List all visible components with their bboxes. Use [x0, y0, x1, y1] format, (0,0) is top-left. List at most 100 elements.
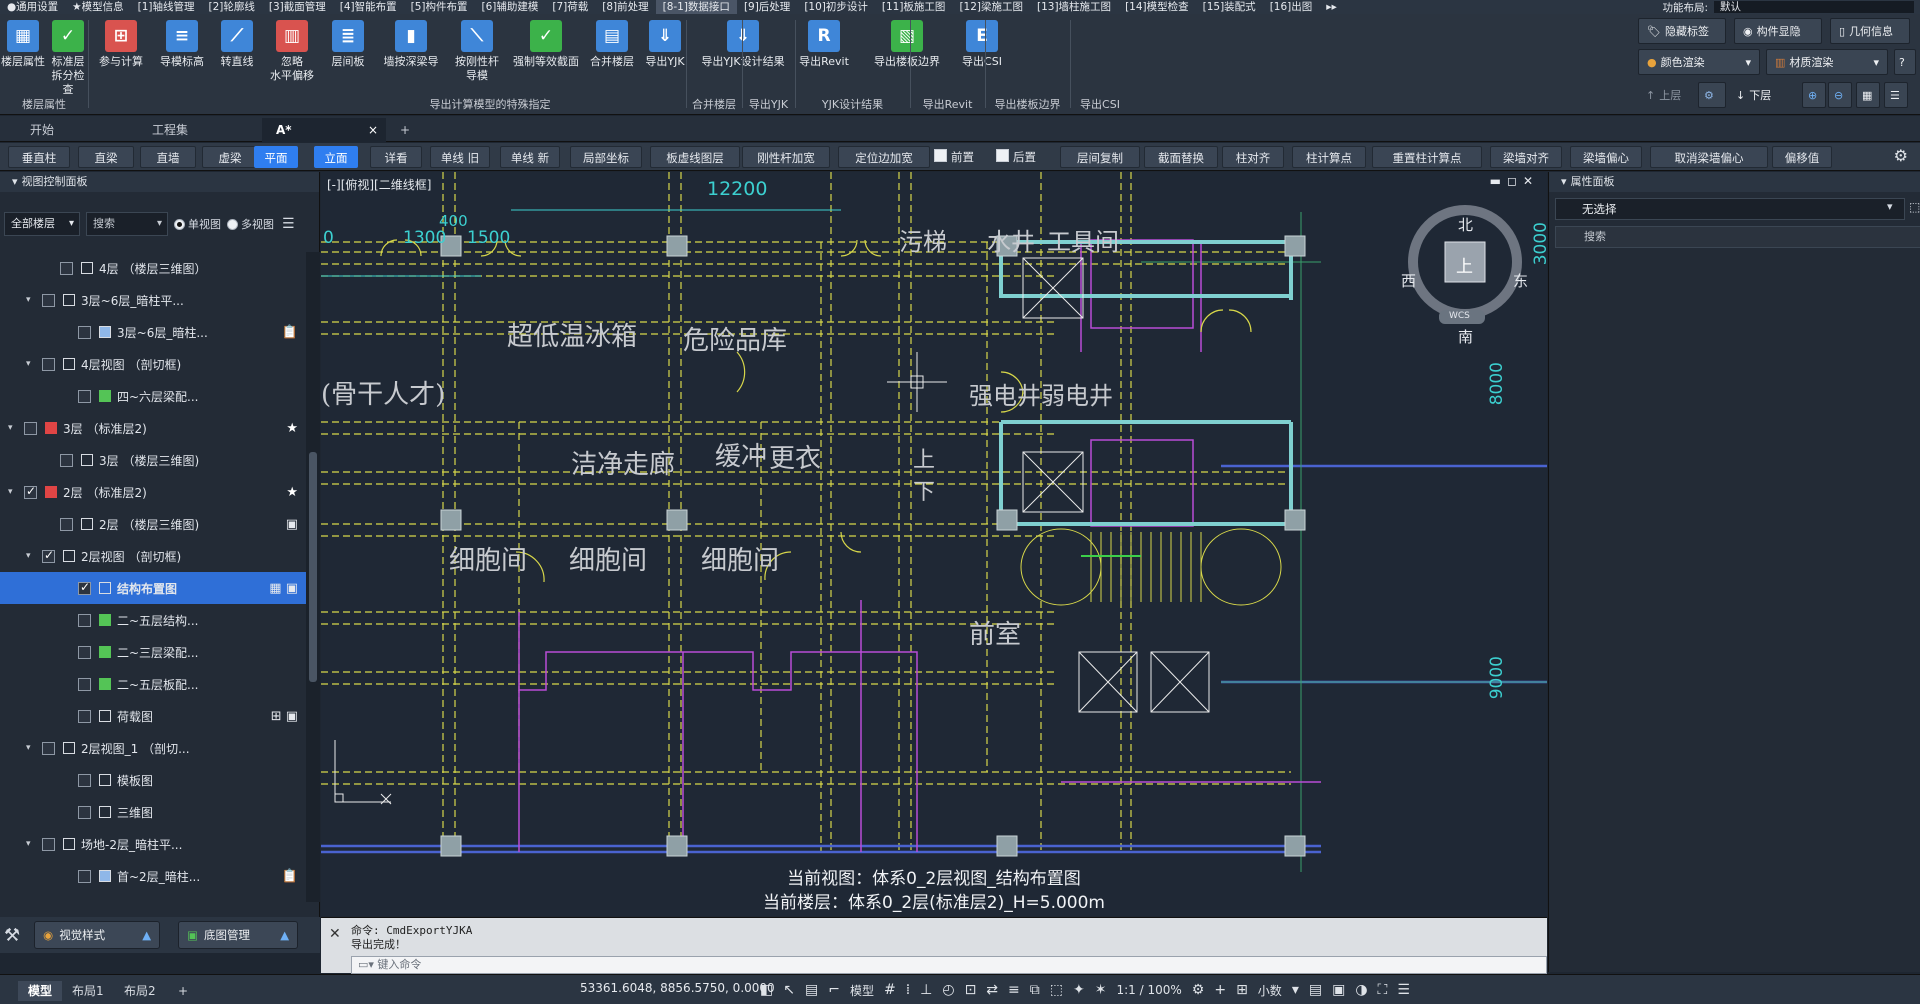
ribbon-button[interactable]: ▦ 楼层属性 — [0, 20, 46, 69]
tool-button[interactable]: 直梁 — [78, 146, 134, 168]
tools-icon[interactable]: ⚒ — [4, 925, 20, 946]
tree-item[interactable]: 4层 （楼层三维图） — [0, 252, 306, 284]
tool-button[interactable]: 单线 新 — [500, 146, 560, 168]
paper-icon[interactable]: ▤ — [805, 982, 818, 998]
view-style-button[interactable]: ◉ 视觉样式 ▲ — [34, 921, 161, 949]
ribbon-button[interactable]: ⟋ 转直线 — [212, 20, 262, 69]
menu-item[interactable]: [8-1]数据接口 — [655, 0, 737, 14]
3d-osnap-icon[interactable]: ⬚ — [1050, 982, 1063, 998]
menu-item[interactable]: [6]辅助建模 — [474, 0, 545, 14]
tool-button[interactable]: 偏移值 — [1772, 146, 1832, 168]
close-icon[interactable]: ✕ — [329, 926, 341, 942]
tool-button[interactable]: 柱对齐 — [1222, 146, 1284, 168]
tree-item-action-icon[interactable]: 📋 — [282, 869, 298, 884]
list-view-icon[interactable]: ☰ — [1884, 82, 1908, 108]
annotation-scale[interactable]: 1:1 / 100% — [1116, 983, 1181, 997]
view-tree-scrollbar[interactable] — [306, 252, 320, 902]
tree-item[interactable]: ▾ 场地-2层_暗柱平... — [0, 828, 306, 860]
minimize-icon[interactable]: ▬ — [1490, 174, 1507, 188]
tree-checkbox[interactable] — [78, 869, 91, 883]
osnap-icon[interactable]: ⊡ — [965, 982, 977, 998]
clean-screen-icon[interactable]: ⛶ — [1378, 982, 1388, 998]
geometry-info-button[interactable]: ▯ 几何信息 — [1830, 18, 1910, 44]
menu-item[interactable]: ●通用设置 — [0, 0, 65, 14]
tool-button[interactable]: 柱计算点 — [1292, 146, 1366, 168]
tree-toggle-icon[interactable]: ▾ — [26, 359, 36, 369]
ribbon-button[interactable]: ⇓ 导出YJK — [640, 20, 690, 69]
tree-item[interactable]: ▾ 2层视图_1 （剖切... — [0, 732, 306, 764]
tool-button[interactable]: 板虚线图层 — [650, 146, 740, 168]
color-render-button[interactable]: ● 颜色渲染 ▾ — [1638, 49, 1760, 75]
menu-item[interactable]: [4]智能布置 — [333, 0, 404, 14]
menu-item[interactable]: [16]出图 — [1263, 0, 1320, 14]
isolate-icon[interactable]: ◑ — [1355, 982, 1367, 998]
ribbon-button[interactable]: ≡ 导模标高 — [152, 20, 212, 69]
tree-checkbox[interactable] — [42, 741, 55, 755]
tree-checkbox[interactable] — [24, 901, 37, 902]
ribbon-button[interactable]: R 导出Revit — [794, 20, 854, 69]
tree-checkbox[interactable] — [78, 613, 91, 627]
add-tab-icon[interactable]: + — [392, 118, 422, 142]
tree-checkbox[interactable] — [60, 517, 73, 531]
drawing-canvas[interactable]: [-][俯视][二维线框] ▬◻✕ 12200 400 0 1300 1500 … — [321, 172, 1547, 916]
multi-view-radio[interactable]: 多视图 — [227, 216, 274, 232]
tree-checkbox[interactable] — [78, 645, 91, 659]
units-selector[interactable]: 小数 — [1258, 982, 1282, 999]
tool-button[interactable]: 定位边加宽 — [838, 146, 930, 168]
tree-checkbox[interactable] — [24, 421, 37, 435]
wcs-label[interactable]: WCS — [1449, 311, 1470, 321]
settings-gear-icon[interactable]: ⚙ — [1698, 82, 1726, 108]
tree-item[interactable]: 二~五层板配... — [0, 668, 306, 700]
close-icon[interactable]: ✕ — [1523, 174, 1539, 188]
selection-dropdown[interactable]: 无选择 — [1555, 198, 1905, 220]
compass-south[interactable]: 南 — [1458, 326, 1473, 347]
ribbon-button[interactable]: ⊞ 参与计算 — [92, 20, 150, 69]
tree-item[interactable]: ▾ 3层 （标准层2) ★ — [0, 412, 306, 444]
tool-button[interactable]: 立面 — [314, 146, 358, 168]
tool-button[interactable]: 梁墙对齐 — [1490, 146, 1562, 168]
menu-item[interactable]: [14]模型检查 — [1118, 0, 1196, 14]
tree-toggle-icon[interactable]: ▾ — [26, 551, 36, 561]
tool-button[interactable]: 后置 — [996, 146, 1056, 168]
tool-button[interactable]: 刚性杆加宽 — [742, 146, 830, 168]
ribbon-button[interactable]: ▤ 合并楼层 — [588, 20, 636, 69]
tree-item-action-icon[interactable]: ▣ — [286, 517, 298, 532]
tree-item[interactable]: ▾ 4层视图 （剖切框) — [0, 348, 306, 380]
menu-icon[interactable]: ☰ — [282, 216, 295, 232]
tree-item-action-icon[interactable]: ★ — [286, 901, 298, 903]
tree-item-action-icon[interactable]: ⊞ ▣ — [271, 709, 298, 724]
properties-search-input[interactable]: 搜索 — [1555, 226, 1920, 248]
tree-checkbox[interactable] — [24, 484, 37, 499]
tool-button[interactable]: 虚梁 — [202, 146, 258, 168]
single-view-radio[interactable]: 单视图 — [174, 216, 221, 232]
plus-icon[interactable]: + — [1214, 982, 1226, 998]
selection-cycle-icon[interactable]: ⧉ — [1030, 982, 1040, 998]
command-input[interactable]: ▭▾ 键入命令 — [351, 956, 1547, 974]
zoom-in-icon[interactable]: ⊕ — [1802, 82, 1826, 108]
grid-display-icon[interactable]: # — [884, 982, 896, 998]
scrollbar-thumb[interactable] — [309, 452, 317, 682]
annotation-scale-icon[interactable]: ✶ — [1095, 982, 1107, 998]
menu-item[interactable]: [3]截面管理 — [262, 0, 333, 14]
add-layout-icon[interactable]: + — [168, 981, 198, 1001]
material-render-button[interactable]: ▥ 材质渲染 ▾ — [1766, 49, 1888, 75]
ribbon-button[interactable]: ✓ 强制等效截面 — [508, 20, 584, 69]
menu-item[interactable]: [7]荷载 — [545, 0, 595, 14]
tree-item-action-icon[interactable]: ▦ ▣ — [269, 581, 298, 596]
compass-north[interactable]: 北 — [1458, 214, 1473, 235]
snap-icon[interactable]: ⁞ — [906, 982, 910, 998]
tree-item[interactable]: 3层~6层_暗柱... 📋 — [0, 316, 306, 348]
floor-filter-dropdown[interactable]: 全部楼层 — [4, 212, 80, 236]
units-icon[interactable]: ⊞ — [1236, 982, 1248, 998]
tree-item[interactable]: 首~2层_暗柱... 📋 — [0, 860, 306, 892]
menu-item[interactable]: [8]前处理 — [595, 0, 655, 14]
tree-item[interactable]: 模板图 — [0, 764, 306, 796]
ortho-icon[interactable]: ⊥ — [920, 982, 932, 998]
tool-button[interactable]: 垂直柱 — [8, 146, 70, 168]
tree-checkbox[interactable] — [78, 677, 91, 691]
table-view-icon[interactable]: ▦ — [1856, 82, 1880, 108]
zoom-out-icon[interactable]: ⊖ — [1828, 82, 1852, 108]
help-icon[interactable]: ? — [1894, 49, 1916, 75]
tree-checkbox[interactable] — [78, 325, 91, 339]
tree-item-action-icon[interactable]: ★ — [286, 421, 298, 436]
